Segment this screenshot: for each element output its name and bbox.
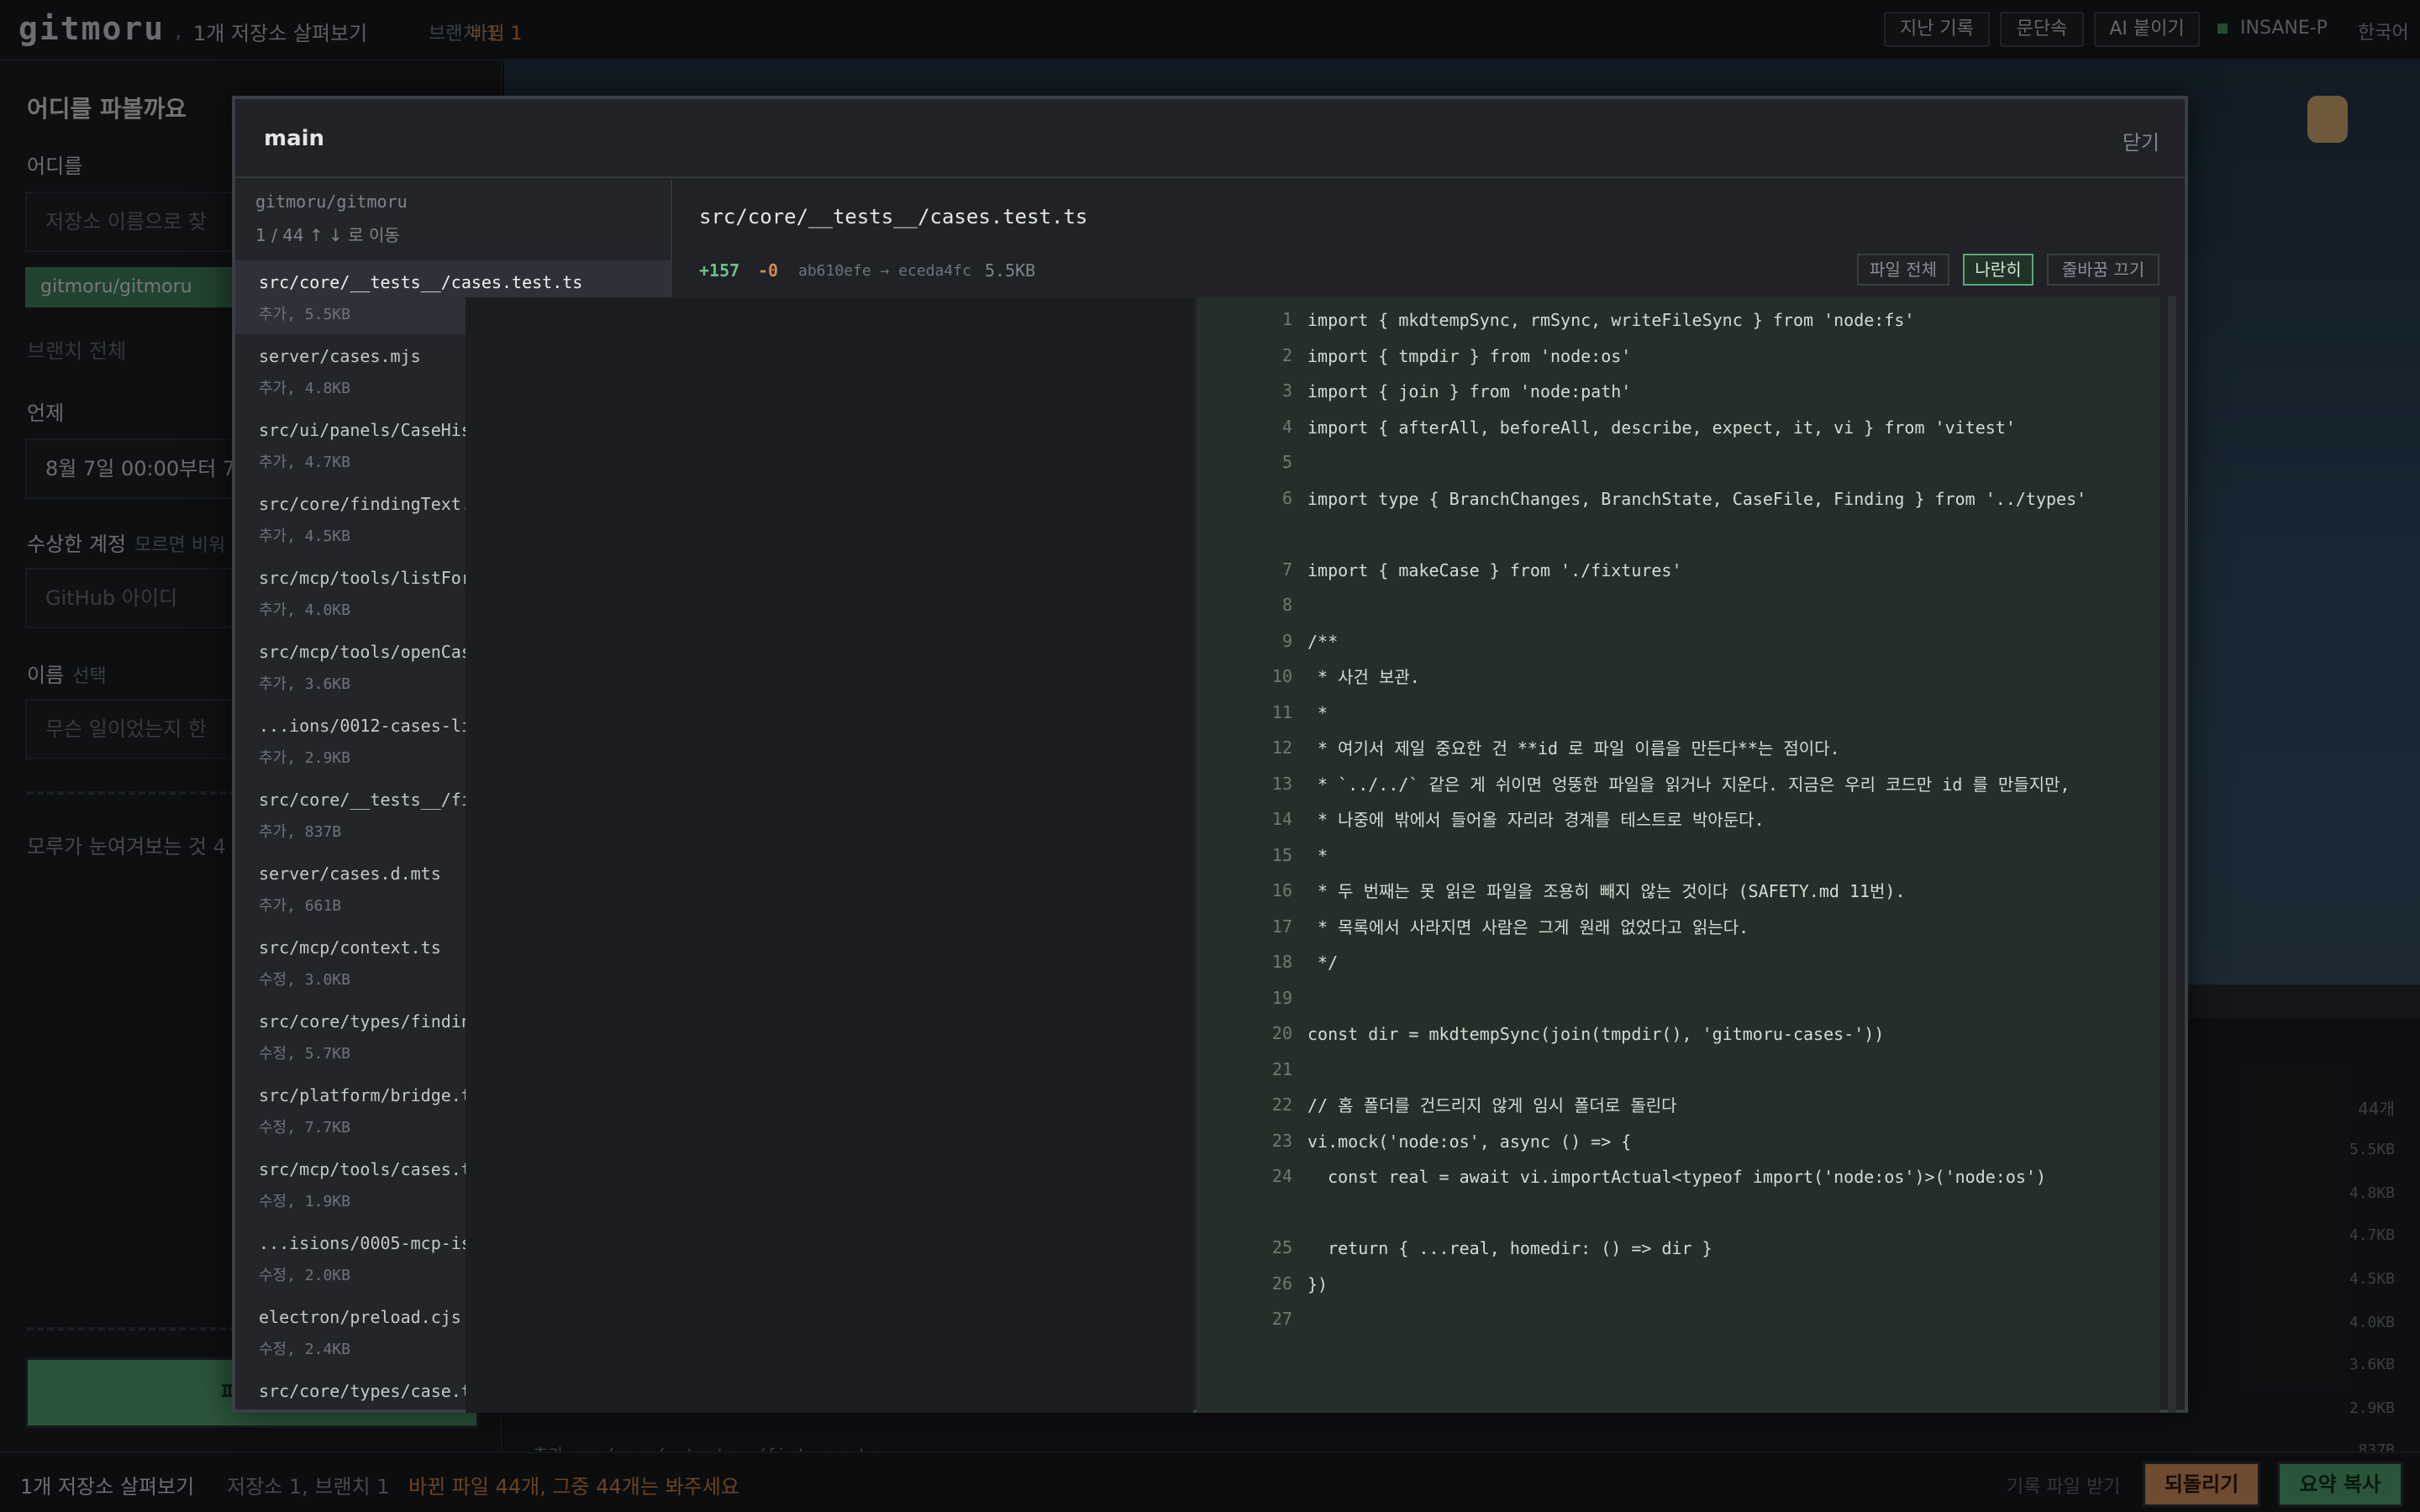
- diff-deletions: -0: [758, 260, 779, 281]
- line-number: 10: [1271, 666, 1292, 686]
- code-line: * 목록에서 사라지면 사람은 그게 원래 없었다고 읽는다.: [1307, 916, 1749, 937]
- line-number: 9: [1281, 630, 1292, 651]
- code-line: // 홈 폴더를 건드리지 않게 임시 폴더로 돌린다: [1307, 1095, 1677, 1116]
- line-number: 3: [1281, 381, 1292, 401]
- line-number: 17: [1271, 916, 1292, 937]
- modal-title: main: [264, 126, 325, 151]
- line-number: 11: [1271, 701, 1292, 722]
- line-number: 25: [1271, 1237, 1292, 1257]
- file-meta: 수정, 3.0KB: [259, 971, 350, 989]
- line-number: 19: [1271, 987, 1292, 1008]
- code-line: * `../../` 같은 게 쉬이면 엉뚱한 파일을 읽거나 지운다. 지금은…: [1307, 774, 2070, 795]
- code-line: * 두 번째는 못 읽은 파일을 조용히 빼지 않는 것이다 (SAFETY.m…: [1307, 881, 1906, 901]
- line-number: 13: [1271, 773, 1292, 794]
- file-path: electron/preload.cjs: [259, 1307, 461, 1327]
- file-meta: 수정, 2.4KB: [259, 1341, 350, 1358]
- file-meta: 추가, 4.0KB: [259, 601, 350, 619]
- line-number: 18: [1271, 952, 1292, 972]
- modal-header: main 닫기: [235, 99, 2185, 178]
- file-path: src/mcp/tools/cases.ts: [259, 1159, 481, 1179]
- file-meta: 수정, 5.7KB: [259, 1045, 350, 1063]
- code-line: * 사건 보관.: [1307, 667, 1420, 687]
- line-number: 14: [1271, 809, 1292, 829]
- diff-scrollbar[interactable]: [2168, 296, 2176, 1413]
- code-line: const dir = mkdtempSync(join(tmpdir(), '…: [1307, 1024, 1885, 1044]
- file-meta: 추가, 5.5KB: [259, 306, 350, 323]
- diff-file-path: src/core/__tests__/cases.test.ts: [699, 205, 1088, 228]
- diff-file-size: 5.5KB: [985, 260, 1036, 281]
- line-number: 21: [1271, 1058, 1292, 1079]
- code-line: *: [1307, 845, 1328, 866]
- line-number: 16: [1271, 880, 1292, 900]
- line-number: 4: [1281, 416, 1292, 437]
- code-line: return { ...real, homedir: () => dir }: [1307, 1238, 1712, 1258]
- file-meta: 수정, 2.0KB: [259, 1267, 350, 1284]
- file-path: src/core/types/case.ts: [259, 1381, 481, 1401]
- file-meta: 추가, 4.7KB: [259, 454, 350, 471]
- code-line: import type { BranchChanges, BranchState…: [1307, 488, 2087, 509]
- file-meta: 수정, 7.7KB: [259, 1119, 350, 1137]
- file-path: src/core/findingText.ts: [259, 494, 492, 514]
- code-line: * 여기서 제일 중요한 건 **id 로 파일 이름을 만든다**는 점이다.: [1307, 738, 1840, 759]
- file-list-repo: gitmoru/gitmoru: [255, 192, 408, 212]
- file-path: src/core/__tests__/cases.test.ts: [259, 272, 583, 292]
- file-path: server/cases.mjs: [259, 346, 421, 366]
- line-number: 6: [1281, 487, 1292, 508]
- file-path: src/mcp/context.ts: [259, 937, 441, 958]
- code-line: */: [1307, 953, 1339, 973]
- code-line: *: [1307, 702, 1328, 723]
- line-number: 26: [1271, 1273, 1292, 1294]
- code-line: * 나중에 밖에서 들어올 자리라 경계를 테스트로 박아둔다.: [1307, 810, 1765, 830]
- code-line: }): [1307, 1273, 1328, 1294]
- code-line: const real = await vi.importActual<typeo…: [1307, 1167, 2047, 1187]
- file-meta: 추가, 4.8KB: [259, 380, 350, 397]
- line-number: 2: [1281, 344, 1292, 365]
- diff-commit-range: ab610efe → eceda4fc: [798, 262, 971, 280]
- file-meta: 추가, 2.9KB: [259, 749, 350, 767]
- diff-old-pane: [466, 297, 1193, 1413]
- line-number: 7: [1281, 559, 1292, 580]
- view-side-by-side-button[interactable]: 나란히: [1963, 254, 2033, 286]
- code-line: import { afterAll, beforeAll, describe, …: [1307, 417, 2016, 438]
- line-number: 24: [1271, 1166, 1292, 1186]
- file-meta: 추가, 4.5KB: [259, 528, 350, 545]
- file-meta: 추가, 837B: [259, 823, 342, 841]
- file-list-nav-hint: 1 / 44 ↑ ↓ 로 이동: [255, 225, 400, 245]
- line-number: 20: [1271, 1023, 1292, 1043]
- diff-new-pane: 1 import { mkdtempSync, rmSync, writeFile…: [1197, 297, 2160, 1413]
- line-number: 15: [1271, 844, 1292, 865]
- diff-additions: +157: [699, 260, 740, 281]
- line-number: 27: [1271, 1309, 1292, 1329]
- line-number: 8: [1281, 595, 1292, 615]
- wrap-off-button[interactable]: 줄바꿈 끄기: [2047, 254, 2160, 286]
- line-number: 5: [1281, 452, 1292, 472]
- code-line: vi.mock('node:os', async () => {: [1307, 1131, 1632, 1152]
- code-line: import { makeCase } from './fixtures': [1307, 559, 1682, 580]
- file-path: server/cases.d.mts: [259, 864, 441, 884]
- line-number: 1: [1281, 309, 1292, 329]
- file-meta: 추가, 661B: [259, 897, 342, 915]
- line-number: 12: [1271, 738, 1292, 758]
- code-line: import { join } from 'node:path': [1307, 381, 1632, 402]
- line-number: 23: [1271, 1130, 1292, 1151]
- view-full-file-button[interactable]: 파일 전체: [1857, 254, 1949, 286]
- file-path: src/platform/bridge.ts: [259, 1085, 481, 1105]
- code-line: /**: [1307, 631, 1339, 652]
- file-meta: 수정, 1.9KB: [259, 1193, 350, 1210]
- line-number: 22: [1271, 1095, 1292, 1115]
- code-line: import { tmpdir } from 'node:os': [1307, 345, 1632, 366]
- close-button[interactable]: 닫기: [2123, 126, 2160, 155]
- code-line: import { mkdtempSync, rmSync, writeFileS…: [1307, 310, 1915, 330]
- file-meta: 추가, 3.6KB: [259, 675, 350, 693]
